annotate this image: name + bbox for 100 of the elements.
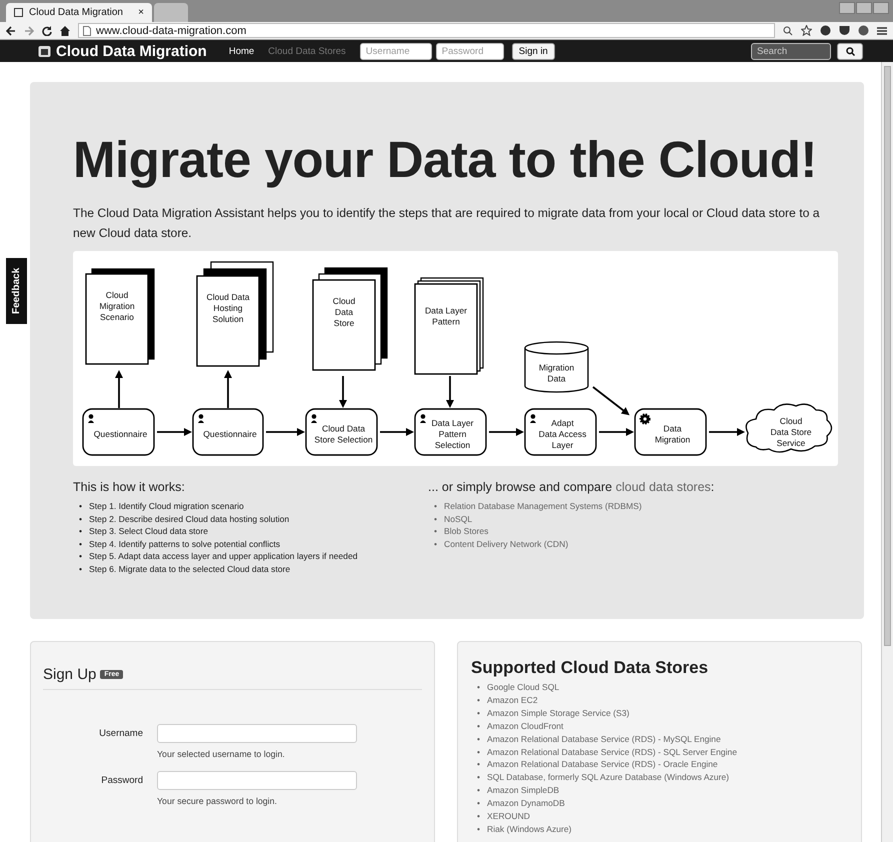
cloud-data-stores-link[interactable]: cloud data stores <box>616 480 711 494</box>
bullet: • <box>477 681 480 694</box>
nav-link[interactable]: Home <box>228 46 254 56</box>
page-icon <box>83 26 91 36</box>
search-field[interactable]: Search <box>751 42 831 60</box>
arrow <box>709 428 745 436</box>
bullet: • <box>477 822 480 836</box>
menu-icon[interactable] <box>877 26 887 36</box>
forward-icon[interactable] <box>24 26 34 36</box>
person-icon <box>311 414 317 423</box>
store-item: Amazon DynamoDB <box>487 797 565 810</box>
bullet: • <box>477 706 480 720</box>
scrollbar[interactable] <box>881 62 893 842</box>
diagram-label: Cloud Data Store Service <box>770 416 812 448</box>
bullet: • <box>477 758 480 772</box>
arrow <box>380 428 414 436</box>
bullet: • <box>477 732 480 746</box>
database-icon <box>38 44 51 58</box>
person-icon <box>420 414 426 423</box>
bullet: • <box>79 525 82 538</box>
diagram-label: Migration Data <box>538 362 574 384</box>
diagram-label: Data Layer Pattern <box>424 306 468 326</box>
signup-title: Sign Up <box>43 666 96 683</box>
address-field[interactable]: www.cloud-data-migration.com <box>78 23 775 38</box>
bullet: • <box>477 797 480 810</box>
bullet: • <box>434 525 438 538</box>
sign-in-button[interactable]: Sign in <box>512 42 555 60</box>
store-item: Google Cloud SQL <box>487 681 560 694</box>
step-item: Step 5. Adapt data access layer and upper application layers if needed <box>89 550 358 562</box>
input-field[interactable] <box>157 771 357 790</box>
diagram-label: Cloud Data Store <box>332 296 356 328</box>
field-label: Password <box>100 775 143 786</box>
bullet: • <box>434 512 438 525</box>
category-link[interactable]: Blob Stores <box>444 525 488 538</box>
bullet: • <box>477 746 480 758</box>
username-field[interactable]: Username <box>360 42 432 60</box>
category-link[interactable]: Relation Database Management Systems (RDBMS) <box>444 500 642 512</box>
hero-title: Migrate your Data to the Cloud! <box>73 130 818 189</box>
browser-tab[interactable]: Cloud Data Migration × <box>6 3 152 22</box>
shield-icon[interactable] <box>839 25 850 36</box>
person-icon <box>198 414 204 423</box>
section-heading: This is how it works: <box>73 480 186 494</box>
arrow <box>339 376 347 408</box>
search-icon <box>846 46 854 56</box>
field-label: Username <box>98 728 143 739</box>
home-icon[interactable] <box>60 26 70 36</box>
arrow <box>599 428 634 436</box>
person-icon <box>530 414 536 423</box>
arrow <box>489 428 524 436</box>
field-help: Your secure password to login. <box>157 796 278 806</box>
arrow <box>115 370 123 408</box>
zoom-icon[interactable] <box>783 26 793 36</box>
back-icon[interactable] <box>6 26 16 36</box>
diagram-label: Cloud Data Hosting Solution <box>206 292 250 324</box>
arrow <box>224 370 232 408</box>
diagram-label: Questionnaire <box>203 429 257 439</box>
step-item: Step 1. Identify Cloud migration scenario <box>89 500 244 512</box>
store-item: Amazon EC2 <box>487 694 538 707</box>
category-link[interactable]: Content Delivery Network (CDN) <box>444 538 568 550</box>
supported-title: Supported Cloud Data Stores <box>471 658 710 678</box>
bullet: • <box>477 771 480 784</box>
bullet: • <box>434 538 438 550</box>
nav-link[interactable]: Cloud Data Stores <box>268 46 346 56</box>
bullet: • <box>79 562 82 575</box>
tab-title: Cloud Data Migration <box>29 7 124 18</box>
input-field[interactable] <box>157 724 357 743</box>
field-help: Your selected username to login. <box>157 749 286 759</box>
store-item: SQL Database, formerly SQL Azure Database (Windows Azure) <box>487 771 730 784</box>
store-item: Amazon CloudFront <box>487 720 564 733</box>
bullet: • <box>79 500 82 512</box>
bullet: • <box>477 810 480 823</box>
reload-icon[interactable] <box>42 26 52 36</box>
database-icon <box>524 341 589 393</box>
password-field[interactable]: Password <box>436 42 504 60</box>
page-icon <box>14 8 23 17</box>
bullet: • <box>477 720 480 733</box>
feedback-tab[interactable]: Feedback <box>6 258 27 324</box>
category-link[interactable]: NoSQL <box>444 512 472 525</box>
step-item: Step 6. Migrate data to the selected Cloud data store <box>89 562 290 575</box>
gear-icon <box>640 414 650 424</box>
close-icon[interactable]: × <box>138 7 144 18</box>
diagram-label: Data Layer Pattern Selection <box>431 418 474 450</box>
section-heading: ... or simply browse and compare cloud data stores: <box>428 480 716 494</box>
step-item: Step 4. Identify patterns to solve potential conflicts <box>89 538 280 550</box>
diagram-label: Cloud Migration Scenario <box>99 290 135 322</box>
search-button[interactable] <box>837 42 863 60</box>
hero-description: The Cloud Data Migration Assistant helps you to identify the steps that are required to migrate data from your local or Cloud data store to a new Cloud data store. <box>73 205 821 242</box>
store-item: Riak (Windows Azure) <box>487 822 572 836</box>
store-item: Amazon Relational Database Service (RDS) - Oracle Engine <box>487 758 718 772</box>
store-item: Amazon SimpleDB <box>487 784 560 798</box>
bullet: • <box>79 538 82 550</box>
arrow <box>157 428 192 436</box>
star-icon[interactable] <box>801 25 812 36</box>
diagram-label: Questionnaire <box>94 429 148 439</box>
bullet: • <box>79 550 82 562</box>
diagram-label: Data Migration <box>654 424 690 444</box>
brand-name[interactable]: Cloud Data Migration <box>56 42 207 60</box>
url-text: www.cloud-data-migration.com <box>96 24 246 36</box>
arrow <box>266 428 305 436</box>
bullet: • <box>79 512 82 525</box>
